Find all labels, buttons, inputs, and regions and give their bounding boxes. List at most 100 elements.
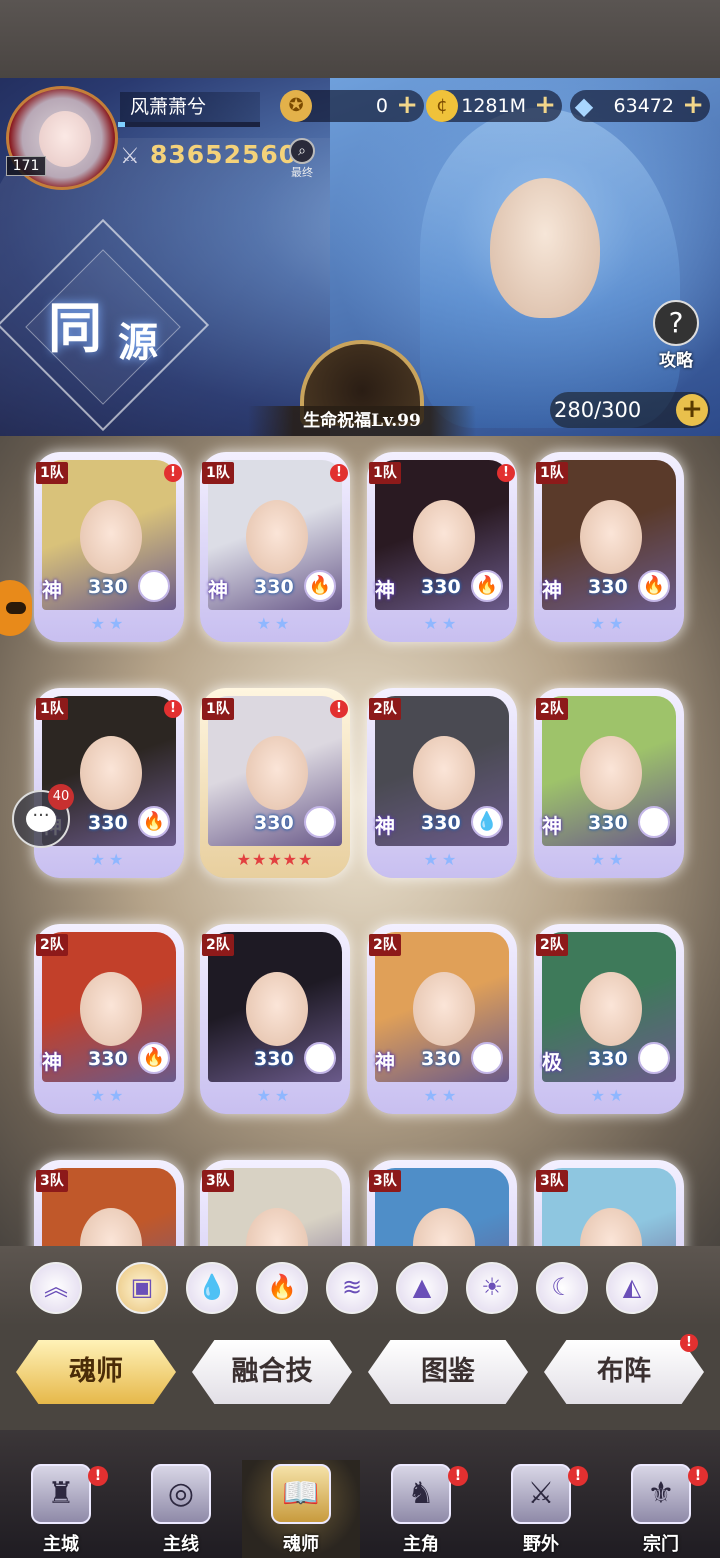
team-badge: 1队	[536, 462, 568, 484]
moon-icon: ☾	[304, 806, 336, 838]
tab-3[interactable]: 图鉴	[368, 1340, 528, 1404]
team-badge: 3队	[536, 1170, 568, 1192]
star-rating: ★★	[423, 850, 461, 869]
earth-filter-icon[interactable]: ▲	[396, 1262, 448, 1314]
hero-face	[246, 500, 308, 574]
hero-level: 330	[88, 812, 128, 834]
hero-level: 330	[254, 1048, 294, 1070]
rank-chevron-icon[interactable]: ︽	[30, 1262, 82, 1314]
fire-icon: 🔥	[138, 806, 170, 838]
add-medal-button[interactable]: +	[396, 90, 418, 120]
gold-coin-icon: ¢	[426, 90, 458, 122]
currency-medal: ✪ 0 +	[280, 90, 424, 122]
star-rating: ★★	[423, 614, 461, 633]
hero-card[interactable]: 1队! 神 330 ☀ ★★	[34, 452, 184, 642]
add-diamond-button[interactable]: +	[682, 90, 704, 120]
hero-card[interactable]: 1队神 330 🔥 ★★	[534, 452, 684, 642]
hero-card[interactable]: 3队	[534, 1160, 684, 1246]
star-rating: ★★	[90, 850, 128, 869]
alert-badge: !	[448, 1466, 468, 1486]
hero-card[interactable]: 2队极 330 ≋ ★★	[534, 924, 684, 1114]
expand-capacity-button[interactable]: +	[676, 394, 708, 426]
hero-face	[80, 972, 142, 1046]
star-rating: ★★	[590, 614, 628, 633]
star-rating: ★★	[90, 614, 128, 633]
pet-helper-icon[interactable]	[0, 580, 32, 636]
hero-card[interactable]: 3队	[367, 1160, 517, 1246]
sun-filter-icon[interactable]: ☀	[466, 1262, 518, 1314]
hero-face	[580, 500, 642, 574]
guide-label: 攻略	[659, 351, 693, 371]
rank-badge[interactable]: ⌕ 最终	[286, 138, 318, 184]
grade-label: 神	[42, 1050, 62, 1074]
hero-card[interactable]: 2队神 330 ≋ ★★	[534, 688, 684, 878]
hero-card[interactable]: 3队	[200, 1160, 350, 1246]
status-strip	[0, 0, 720, 78]
star-rating: ★★	[256, 614, 294, 633]
hero-level: 330	[254, 812, 294, 834]
chat-bubble-icon: ···	[26, 806, 56, 832]
grade-label: 神	[375, 578, 395, 602]
nav-label: 主角	[403, 1534, 439, 1555]
player-bar: 171 风萧萧兮 ⚔ 83652560 ⌕ 最终 ✪ 0 + ¢ 1281M +…	[0, 82, 720, 190]
void-filter-icon[interactable]: ◭	[606, 1262, 658, 1314]
alert-badge: !	[330, 464, 348, 482]
all-box-icon[interactable]: ▣	[116, 1262, 168, 1314]
moon-filter-icon[interactable]: ☾	[536, 1262, 588, 1314]
hero-card[interactable]: 2队 330 ≋ ★★	[200, 924, 350, 1114]
nav-label: 野外	[523, 1534, 559, 1555]
nav-item-1[interactable]: ♜ 主城!	[2, 1460, 120, 1558]
crossed-swords-icon: ⚔	[120, 144, 140, 169]
star-rating: ★★★★★	[236, 850, 314, 869]
fire-icon: 🔥	[638, 570, 670, 602]
grade-label: 神	[208, 578, 228, 602]
fire-filter-icon[interactable]: 🔥	[256, 1262, 308, 1314]
hero-card[interactable]: 1队!神330🔥★★	[34, 688, 184, 878]
element-filter-row: ︽ ▣ 💧 🔥 ≋ ▲ ☀ ☾ ◭	[0, 1246, 720, 1326]
team-badge: 2队	[536, 934, 568, 956]
capacity-value: 280/300	[554, 398, 642, 422]
alert-badge: !	[497, 464, 515, 482]
water-icon: 💧	[471, 806, 503, 838]
nav-item-4[interactable]: ♞ 主角!	[362, 1460, 480, 1558]
chat-button[interactable]: ··· 40	[12, 784, 74, 848]
wild-sword-icon: ⚔	[511, 1464, 571, 1524]
tab-1[interactable]: 魂师	[16, 1340, 176, 1404]
hero-face	[413, 1208, 475, 1246]
wind-icon: ≋	[638, 1042, 670, 1074]
nav-item-3[interactable]: 📖 魂师	[242, 1460, 360, 1558]
guide-button[interactable]: ? 攻略	[646, 300, 706, 374]
hero-level: 330	[88, 1048, 128, 1070]
hero-card[interactable]: 1队!神330🔥★★	[367, 452, 517, 642]
tab-4[interactable]: 布阵	[544, 1340, 704, 1404]
nav-label: 主线	[163, 1534, 199, 1555]
hero-card[interactable]: 1队!神330🔥★★	[200, 452, 350, 642]
title-char-2: 源	[118, 319, 158, 366]
hero-card[interactable]: 1队! 330 ☾ ★★★★★	[200, 688, 350, 878]
combat-power: 83652560	[150, 140, 298, 169]
hero-card[interactable]: 2队神 330 ≋ ★★	[367, 924, 517, 1114]
tab-2[interactable]: 融合技	[192, 1340, 352, 1404]
nav-item-2[interactable]: ◎ 主线	[122, 1460, 240, 1558]
hero-grid: 1队! 神 330 ☀ ★★ 1队! 神 330 🔥 ★★ 1队! 神 330 🔥 ★★ 1队神 330 🔥 ★★ 1…	[0, 436, 720, 1246]
hero-card[interactable]: 3队	[34, 1160, 184, 1246]
hero-card[interactable]: 2队神 330 🔥 ★★	[34, 924, 184, 1114]
water-filter-icon[interactable]: 💧	[186, 1262, 238, 1314]
hero-face	[246, 972, 308, 1046]
star-rating: ★★	[256, 1086, 294, 1105]
hero-card[interactable]: 2队神 330 💧 ★★	[367, 688, 517, 878]
nav-item-6[interactable]: ⚜ 宗门!	[602, 1460, 720, 1558]
currency-gold: ¢ 1281M +	[426, 90, 562, 122]
hero-face	[246, 736, 308, 810]
grade-label: 神	[42, 578, 62, 602]
star-rating: ★★	[423, 1086, 461, 1105]
wind-filter-icon[interactable]: ≋	[326, 1262, 378, 1314]
team-badge: 1队	[36, 698, 68, 720]
question-scroll-icon: ?	[653, 300, 699, 346]
hero-face	[580, 736, 642, 810]
hero-face	[413, 972, 475, 1046]
add-gold-button[interactable]: +	[534, 90, 556, 120]
nav-item-5[interactable]: ⚔ 野外!	[482, 1460, 600, 1558]
alert-badge: !	[164, 464, 182, 482]
bottom-nav: ♜ 主城! ◎ 主线 📖 魂师 ♞ 主角! ⚔ 野外! ⚜ 宗门!	[0, 1430, 720, 1558]
